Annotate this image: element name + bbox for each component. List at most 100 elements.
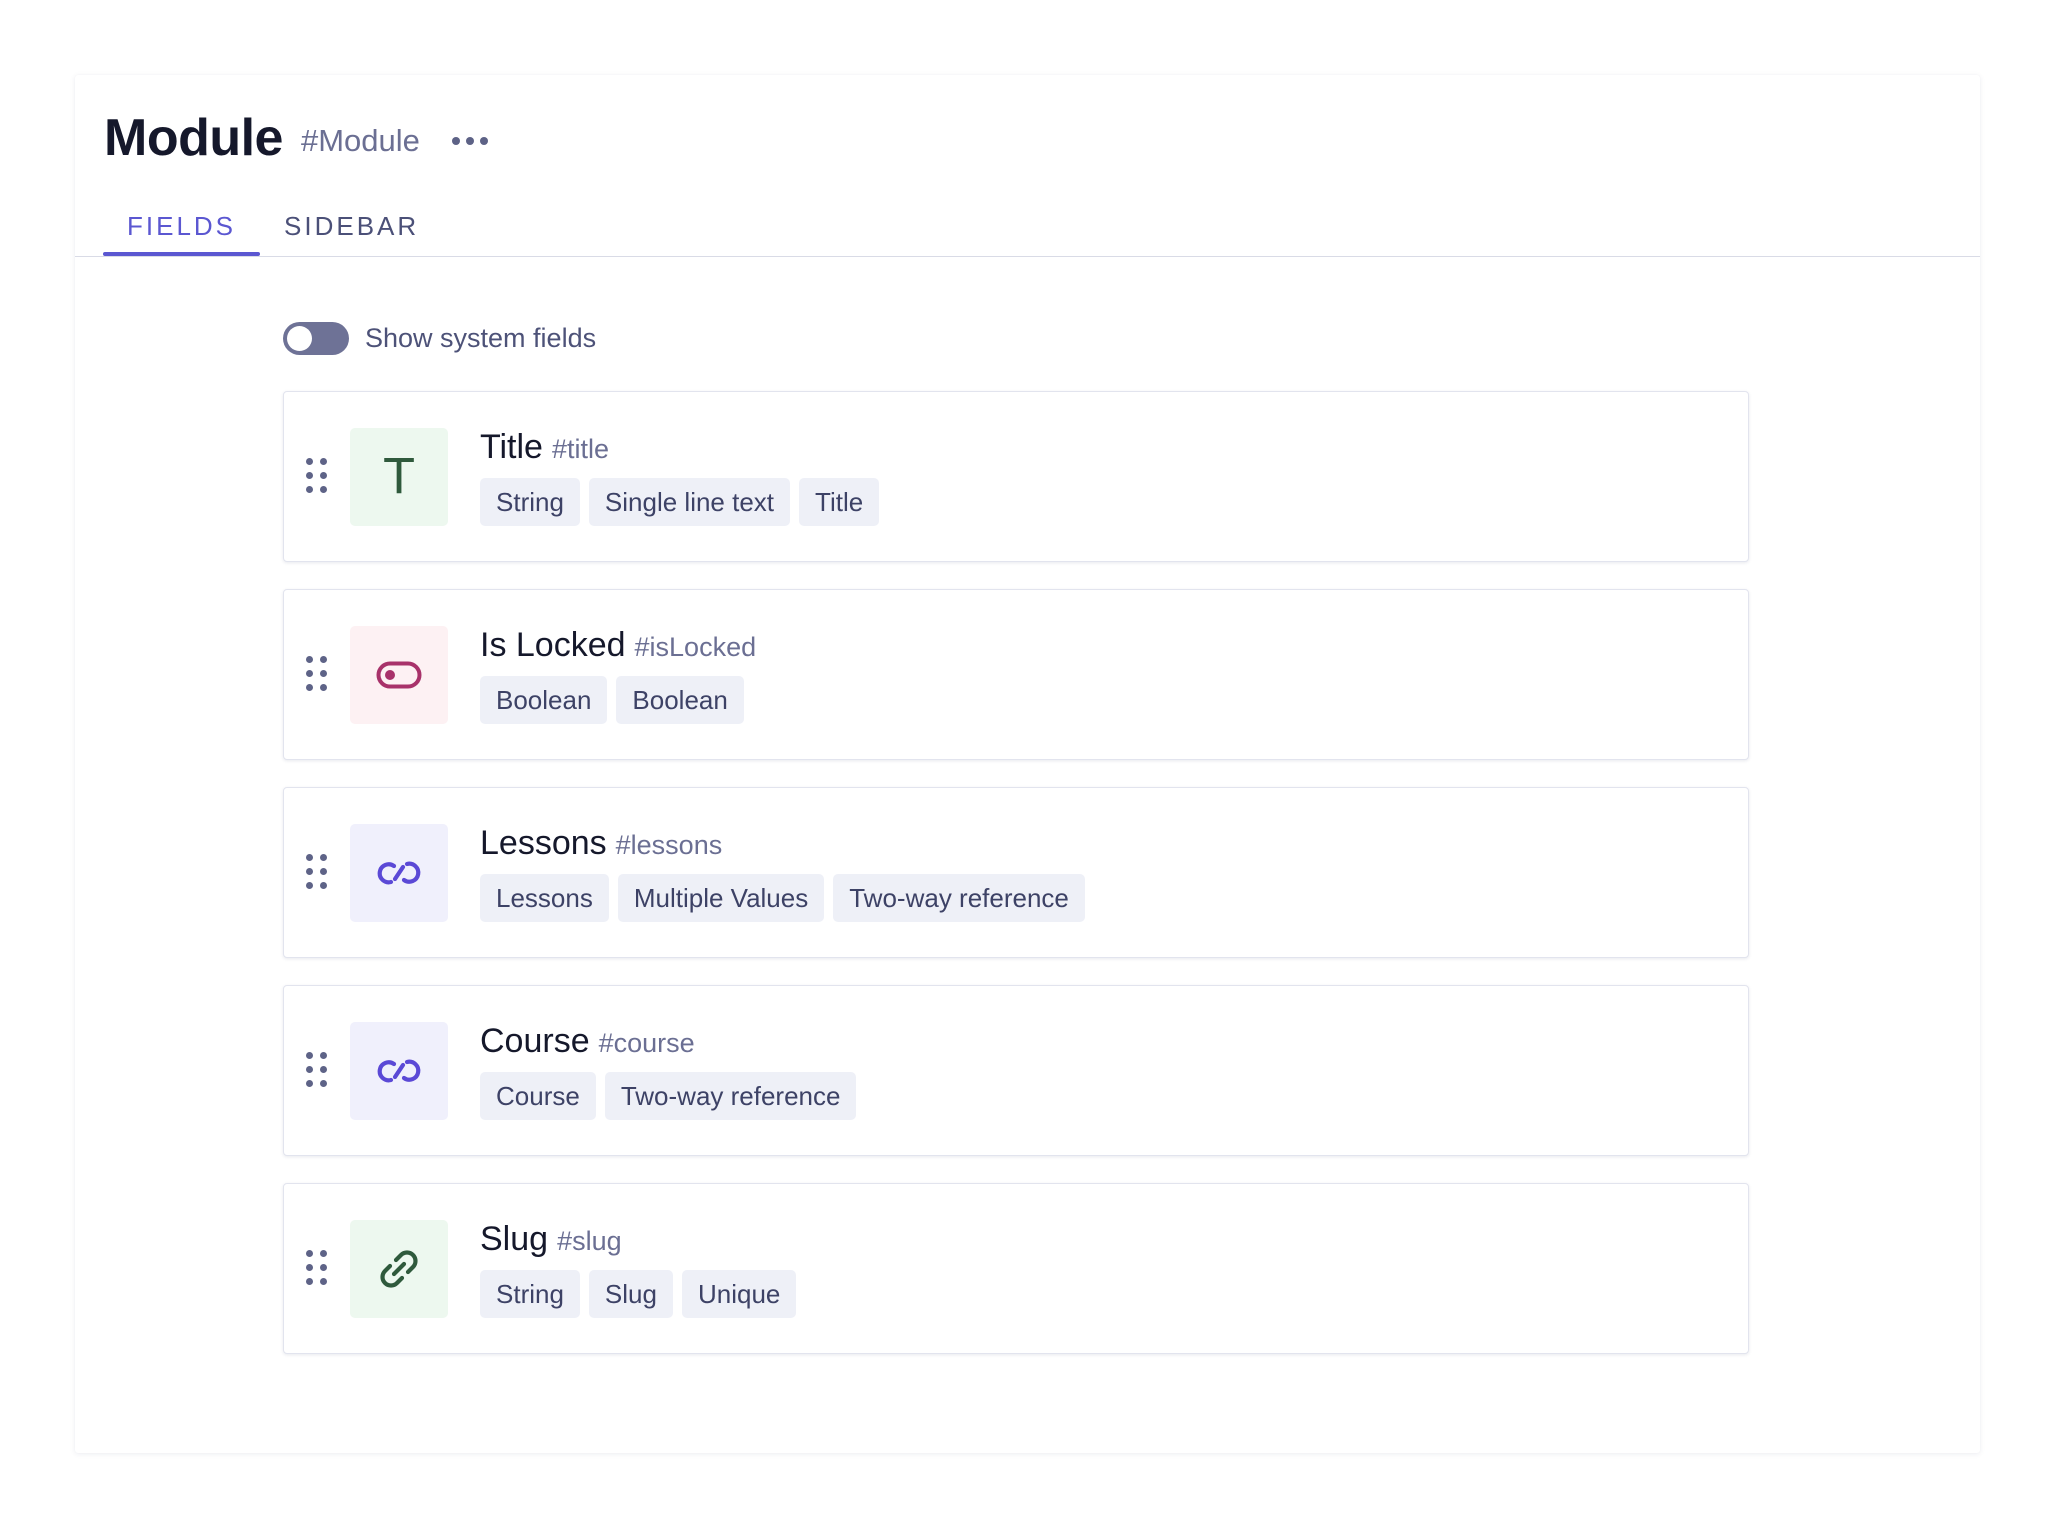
field-tag: Slug (588, 1270, 673, 1318)
field-title-row: Slug #slug (480, 1220, 796, 1264)
tab-fields[interactable]: FIELDS (103, 203, 261, 256)
field-title-row: Is Locked #isLocked (480, 626, 756, 670)
field-api-key: #isLocked (634, 632, 757, 662)
reference-link-icon (350, 1022, 448, 1120)
field-tag: Unique (681, 1270, 797, 1318)
field-tags: String Slug Unique (480, 1270, 797, 1318)
drag-dot (306, 882, 313, 889)
more-options-icon[interactable] (450, 131, 490, 151)
drag-handle-icon[interactable] (306, 1250, 327, 1286)
field-tags: Course Two-way reference (480, 1072, 857, 1120)
tab-bar: FIELDS SIDEBAR (103, 203, 443, 256)
reference-link-icon (350, 824, 448, 922)
drag-dot (306, 670, 313, 677)
field-tag: Lessons (480, 874, 609, 922)
drag-dot (320, 882, 327, 889)
field-tag: String (480, 478, 580, 526)
slug-link-icon (350, 1220, 448, 1318)
field-card-lessons[interactable]: Lessons #lessons Lessons Multiple Values… (283, 787, 1749, 958)
system-fields-toggle-row: Show system fields (283, 322, 596, 355)
drag-dot (320, 472, 327, 479)
system-fields-label: Show system fields (365, 323, 597, 353)
field-card-course[interactable]: Course #course Course Two-way reference (283, 985, 1749, 1156)
field-tags: Boolean Boolean (480, 676, 756, 724)
field-name: Lessons (480, 824, 607, 862)
field-tag: Single line text (588, 478, 791, 526)
more-dot (451, 137, 460, 145)
drag-dot (306, 1250, 313, 1257)
field-name: Course (480, 1022, 590, 1060)
field-tag: Boolean (480, 676, 608, 724)
text-t-icon: T (350, 428, 448, 526)
schema-panel: Module #Module FIELDS SIDEBAR Show syste… (75, 75, 1980, 1453)
field-body: Is Locked #isLocked Boolean Boolean (480, 626, 756, 724)
drag-dot (320, 486, 327, 493)
drag-dot (320, 670, 327, 677)
drag-dot (306, 1278, 313, 1285)
drag-dot (320, 656, 327, 663)
drag-dot (306, 1066, 313, 1073)
field-api-key: #title (551, 434, 610, 464)
field-tag: Multiple Values (617, 874, 825, 922)
drag-dot (320, 1052, 327, 1059)
drag-dot (306, 684, 313, 691)
field-api-key: #lessons (615, 830, 723, 860)
field-name: Title (480, 428, 543, 466)
field-tag: Two-way reference (833, 874, 1085, 922)
drag-dot (306, 472, 313, 479)
more-dot (465, 137, 474, 145)
drag-dot (306, 1264, 313, 1271)
field-tags: String Single line text Title (480, 478, 880, 526)
toggle-knob (287, 326, 312, 351)
drag-dot (320, 1264, 327, 1271)
drag-dot (320, 1250, 327, 1257)
field-card-is-locked[interactable]: Is Locked #isLocked Boolean Boolean (283, 589, 1749, 760)
drag-dot (320, 684, 327, 691)
drag-handle-icon[interactable] (306, 656, 327, 692)
drag-dot (320, 1278, 327, 1285)
drag-dot (306, 1052, 313, 1059)
tab-sidebar[interactable]: SIDEBAR (260, 203, 443, 250)
field-tag: Course (480, 1072, 596, 1120)
page-header: Module #Module (104, 103, 490, 173)
drag-dot (306, 868, 313, 875)
drag-dot (306, 656, 313, 663)
field-name: Is Locked (480, 626, 626, 664)
reference-link-svg (377, 861, 421, 885)
field-card-title[interactable]: T Title #title String Single line text T… (283, 391, 1749, 562)
drag-dot (320, 868, 327, 875)
drag-handle-icon[interactable] (306, 458, 327, 494)
drag-dot (320, 458, 327, 465)
field-tag: Boolean (616, 676, 744, 724)
model-title: Module (104, 109, 283, 167)
field-name: Slug (480, 1220, 549, 1258)
field-title-row: Title #title (480, 428, 879, 472)
field-body: Slug #slug String Slug Unique (480, 1220, 797, 1318)
drag-handle-icon[interactable] (306, 854, 327, 890)
reference-link-svg (377, 1059, 421, 1083)
drag-dot (306, 458, 313, 465)
drag-dot (306, 854, 313, 861)
field-tag: Two-way reference (604, 1072, 857, 1120)
drag-handle-icon[interactable] (306, 1052, 327, 1088)
field-list: T Title #title String Single line text T… (283, 391, 1749, 1381)
field-body: Course #course Course Two-way reference (480, 1022, 857, 1120)
field-body: Title #title String Single line text Tit… (480, 428, 880, 526)
toggle-svg (376, 661, 422, 689)
more-dot (479, 137, 488, 145)
slug-link-svg (380, 1250, 418, 1288)
field-tags: Lessons Multiple Values Two-way referenc… (480, 874, 1085, 922)
drag-dot (320, 854, 327, 861)
field-card-slug[interactable]: Slug #slug String Slug Unique (283, 1183, 1749, 1354)
field-body: Lessons #lessons Lessons Multiple Values… (480, 824, 1085, 922)
field-tag: String (480, 1270, 580, 1318)
drag-dot (320, 1066, 327, 1073)
drag-dot (306, 486, 313, 493)
field-api-key: #slug (557, 1226, 622, 1256)
text-t-glyph: T (384, 449, 414, 505)
drag-dot (320, 1080, 327, 1087)
field-title-row: Lessons #lessons (480, 824, 1085, 868)
field-api-key: #course (598, 1028, 695, 1058)
system-fields-toggle[interactable] (283, 322, 349, 355)
field-tag: Title (799, 478, 880, 526)
